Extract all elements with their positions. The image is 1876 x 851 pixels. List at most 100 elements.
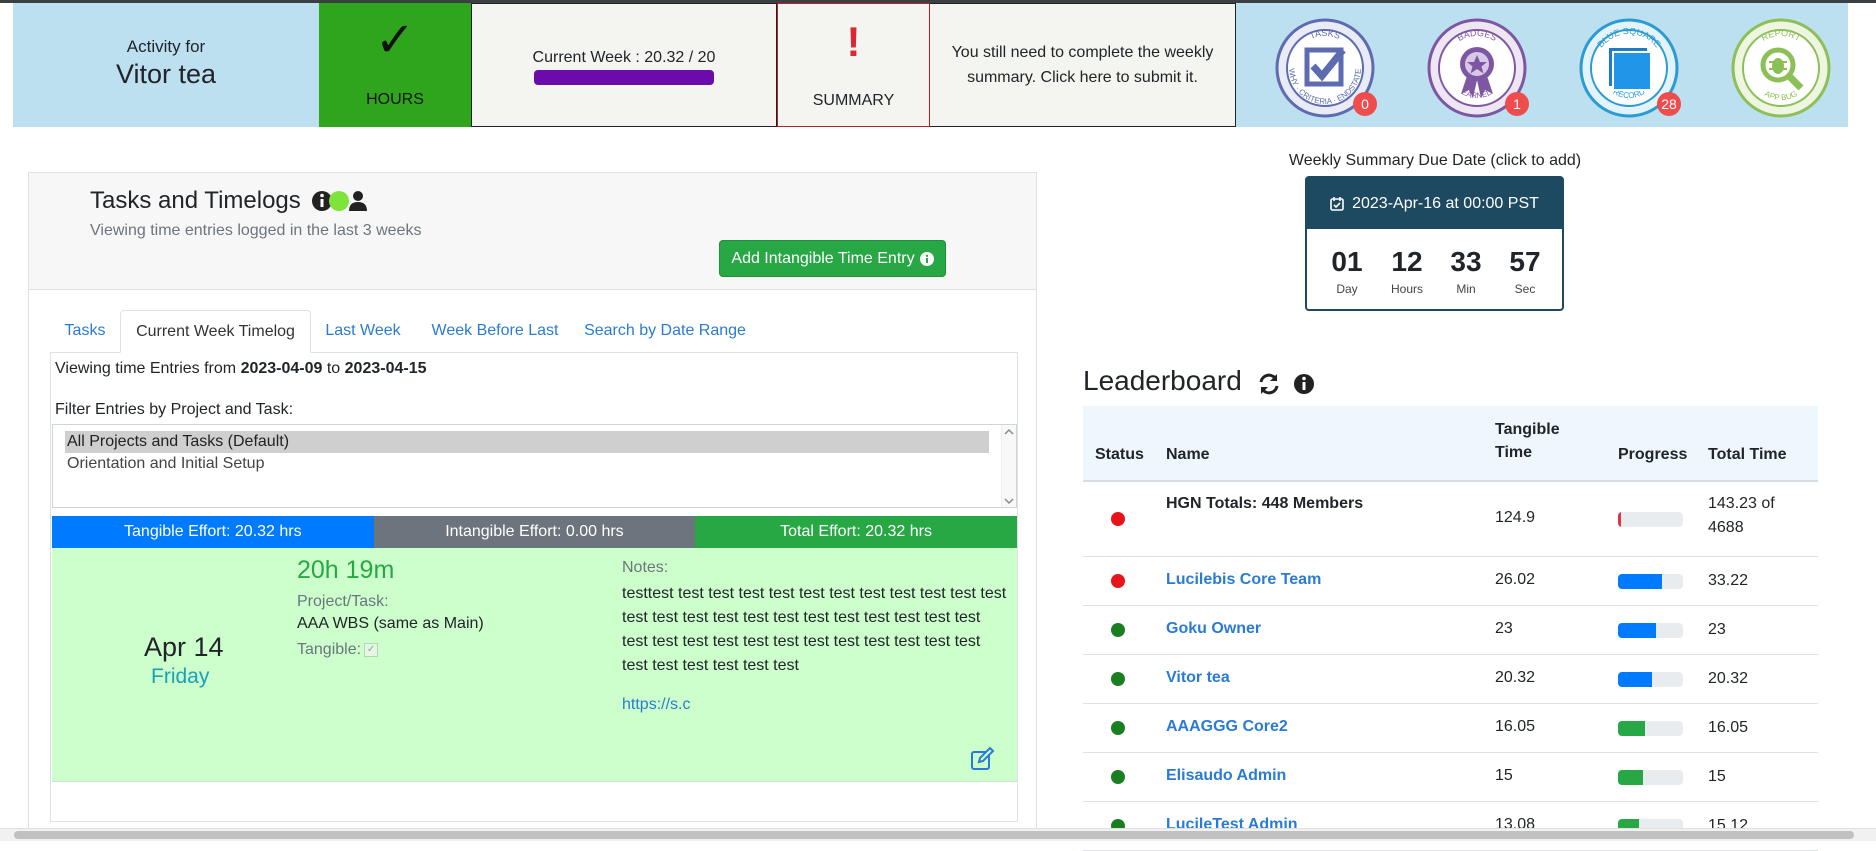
tab-search-by-date-range[interactable]: Search by Date Range bbox=[575, 310, 755, 352]
tasks-badge-count: 0 bbox=[1353, 92, 1377, 116]
panel-title: Tasks and Timelogs bbox=[90, 187, 301, 214]
progress-bar bbox=[1618, 671, 1683, 687]
col-tangible: Tangible bbox=[1495, 421, 1560, 438]
status-dot bbox=[1111, 573, 1125, 588]
summary-status-card[interactable]: ! SUMMARY bbox=[777, 3, 930, 127]
tab-week-before-last[interactable]: Week Before Last bbox=[415, 310, 575, 352]
user-icon[interactable] bbox=[349, 191, 367, 211]
total-effort: Total Effort: 20.32 hrs bbox=[695, 516, 1017, 548]
filter-label: Filter Entries by Project and Task: bbox=[55, 401, 294, 418]
exclamation-icon: ! bbox=[846, 18, 861, 65]
progress-bar bbox=[1618, 512, 1683, 527]
viewing-from-date: 2023-04-09 bbox=[240, 360, 323, 377]
member-name[interactable]: AAAGGG Core2 bbox=[1166, 718, 1288, 736]
current-week-progress-bar bbox=[534, 70, 714, 85]
summary-label: SUMMARY bbox=[812, 92, 895, 109]
progress-bar bbox=[1618, 622, 1683, 638]
timelog-content: Viewing time Entries from 2023-04-09 to … bbox=[50, 352, 1018, 822]
weekly-summary-reminder[interactable]: You still need to complete the weekly su… bbox=[930, 3, 1236, 127]
hours-status-card[interactable]: ✓ HOURS bbox=[319, 3, 471, 127]
tasks-badge[interactable]: TASKS WHY · CRITERIA · ENDSTATE 0 bbox=[1275, 18, 1377, 118]
filter-option[interactable]: Orientation and Initial Setup bbox=[65, 453, 989, 475]
tab-last-week[interactable]: Last Week bbox=[311, 310, 415, 352]
countdown-seconds: 57 Sec bbox=[1509, 246, 1541, 296]
due-date-countdown[interactable]: 2023-Apr-16 at 00:00 PST 01 Day 12 Hours 3… bbox=[1305, 176, 1564, 311]
col-tangible-2: Time bbox=[1495, 444, 1533, 461]
panel-subtitle: Viewing time entries logged in the last … bbox=[90, 222, 422, 239]
time-entry-card: Apr 14 Friday 20h 19m Project/Task: AAA … bbox=[52, 548, 1017, 782]
entry-duration: 20h 19m bbox=[297, 556, 395, 584]
leaderboard-icons bbox=[1257, 372, 1317, 401]
badges-earned-badge[interactable]: BADGES EARNED 1 bbox=[1427, 18, 1529, 118]
status-dot bbox=[1111, 622, 1125, 637]
countdown-minutes: 33 Min bbox=[1450, 246, 1482, 296]
col-name: Name bbox=[1166, 446, 1210, 463]
effort-summary-bar: Tangible Effort: 20.32 hrs Intangible Ef… bbox=[52, 516, 1017, 548]
member-name[interactable]: Goku Owner bbox=[1166, 620, 1261, 638]
current-week-text: Current Week : 20.32 / 20 bbox=[532, 49, 716, 66]
progress-bar bbox=[1618, 720, 1683, 736]
col-progress: Progress bbox=[1618, 446, 1688, 463]
entry-day: Friday bbox=[151, 665, 210, 688]
col-total-time: Total Time bbox=[1708, 446, 1787, 463]
member-name[interactable]: Lucilebis Core Team bbox=[1166, 571, 1321, 589]
col-status: Status bbox=[1095, 446, 1144, 463]
countdown-hours: 12 Hours bbox=[1390, 246, 1423, 296]
tab-current-week-timelog[interactable]: Current Week Timelog bbox=[120, 310, 311, 353]
countdown-days: 01 Day bbox=[1331, 246, 1363, 296]
current-week-card: Current Week : 20.32 / 20 bbox=[471, 3, 777, 127]
total-time: 23 bbox=[1708, 620, 1726, 638]
total-time: 20.32 bbox=[1708, 669, 1749, 687]
project-task-label: Project/Task: bbox=[297, 593, 389, 610]
leaderboard-title: Leaderboard bbox=[1083, 365, 1242, 396]
panel-header: Tasks and Timelogs Viewing time entries … bbox=[29, 173, 1036, 290]
status-dot bbox=[1111, 671, 1125, 686]
activity-user-block: Activity for Vitor tea bbox=[13, 3, 319, 127]
project-task-value: AAA WBS (same as Main) bbox=[297, 615, 484, 632]
total-time: 33.22 bbox=[1708, 571, 1749, 589]
edit-icon[interactable] bbox=[969, 746, 995, 772]
tangible-time: 124.9 bbox=[1495, 509, 1536, 526]
filter-option[interactable]: All Projects and Tasks (Default) bbox=[65, 431, 989, 453]
notes-link[interactable]: https://s.c bbox=[622, 696, 690, 714]
leaderboard-row: AAAGGG Core2 16.05 16.05 bbox=[1083, 703, 1818, 753]
status-dot bbox=[1111, 720, 1125, 735]
leaderboard-row: Elisaudo Admin 15 15 bbox=[1083, 752, 1818, 802]
info-icon[interactable] bbox=[1294, 374, 1314, 394]
blue-square-badge[interactable]: BLUE SQUARE RECORD 28 bbox=[1579, 18, 1681, 118]
blue-square-count: 28 bbox=[1657, 92, 1681, 116]
horizontal-scrollbar[interactable] bbox=[0, 828, 1876, 841]
tangible-effort: Tangible Effort: 20.32 hrs bbox=[52, 516, 374, 548]
info-icon bbox=[919, 251, 934, 266]
leaderboard-row: LucileTest Admin 13.08 15.12 bbox=[1083, 801, 1818, 851]
notes-label: Notes: bbox=[622, 559, 669, 576]
tangible-time: 26.02 bbox=[1495, 570, 1536, 588]
timelog-tabs: Tasks Current Week Timelog Last Week Wee… bbox=[50, 310, 1018, 353]
due-date-label[interactable]: Weekly Summary Due Date (click to add) bbox=[1274, 152, 1596, 170]
add-intangible-entry-button[interactable]: Add Intangible Time Entry bbox=[719, 240, 946, 277]
report-bug-badge[interactable]: REPORT APP BUG bbox=[1731, 18, 1831, 118]
leaderboard-header-row: Status Name Tangible Time Progress Total… bbox=[1083, 406, 1818, 482]
member-name[interactable]: Vitor tea bbox=[1166, 669, 1230, 687]
leaderboard-row: Vitor tea 20.32 20.32 bbox=[1083, 654, 1818, 704]
member-name: HGN Totals: 448 Members bbox=[1166, 495, 1364, 512]
leaderboard-row: Goku Owner 23 23 bbox=[1083, 605, 1818, 655]
tangible-time: 16.05 bbox=[1495, 717, 1536, 735]
viewing-range-text: Viewing time Entries from 2023-04-09 to … bbox=[55, 360, 427, 377]
tab-tasks[interactable]: Tasks bbox=[50, 310, 120, 352]
member-name[interactable]: Elisaudo Admin bbox=[1166, 767, 1286, 785]
listbox-scrollbar[interactable] bbox=[1001, 425, 1016, 507]
tangible-time: 23 bbox=[1495, 619, 1513, 637]
badges-earned-count: 1 bbox=[1505, 92, 1529, 116]
refresh-icon[interactable] bbox=[1259, 373, 1279, 395]
intangible-effort: Intangible Effort: 0.00 hrs bbox=[373, 516, 696, 548]
user-name: Vitor tea bbox=[115, 59, 217, 89]
progress-bar bbox=[1618, 769, 1683, 785]
project-task-filter-list[interactable]: All Projects and Tasks (Default) Orienta… bbox=[52, 424, 1017, 508]
activity-header: Activity for Vitor tea ✓ HOURS Current W… bbox=[13, 3, 1848, 127]
tangible-time: 20.32 bbox=[1495, 668, 1536, 686]
hours-label: HOURS bbox=[366, 91, 424, 108]
activity-label: Activity for bbox=[126, 37, 206, 56]
add-intangible-entry-label: Add Intangible Time Entry bbox=[731, 249, 915, 267]
total-time: 15 bbox=[1708, 767, 1726, 785]
